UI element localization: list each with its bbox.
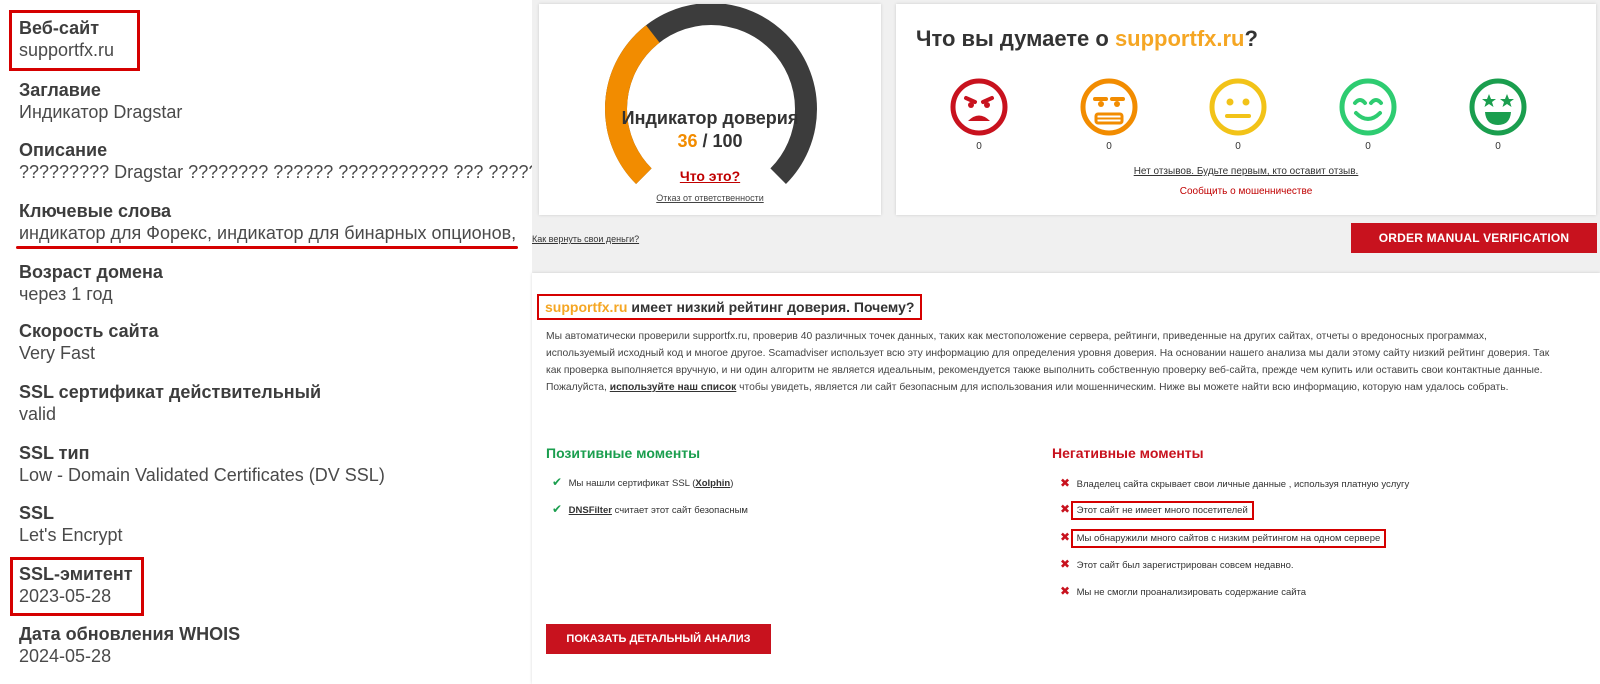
opinion-title-prefix: Что вы думаете о <box>916 26 1115 51</box>
opinion-title-suffix: ? <box>1244 26 1258 51</box>
negative-point: ✖ Мы обнаружили много сайтов с низким ре… <box>1060 529 1387 548</box>
info-label: Скорость сайта <box>19 321 159 341</box>
info-label: SSL <box>19 503 55 523</box>
analysis-text: Мы автоматически проверили supportfx.ru,… <box>546 328 1551 396</box>
rating-count: 0 <box>976 141 982 152</box>
point-text-highlighted: Этот сайт не имеет много посетителей <box>1070 501 1254 520</box>
point-text: Мы нашли сертификат SSL ( <box>568 478 696 489</box>
info-ssl-valid: SSL сертификат действительный valid <box>19 381 321 425</box>
xolphin-link[interactable]: Xolphin <box>695 478 730 489</box>
info-value: 2024-05-28 <box>19 646 112 666</box>
highlight-box-website <box>9 10 140 71</box>
report-fraud-link[interactable]: Сообщить о мошенничестве <box>896 186 1596 197</box>
analysis-card: supportfx.ru имеет низкий рейтинг довери… <box>532 273 1600 684</box>
analysis-site: supportfx.ru <box>545 299 628 315</box>
rating-very-bad[interactable]: 0 <box>949 77 1009 152</box>
info-label: SSL тип <box>19 443 90 463</box>
negative-point: ✖ Мы не смогли проанализировать содержан… <box>1060 584 1306 598</box>
check-icon: ✔ <box>552 502 563 516</box>
negative-points-title: Негативные моменты <box>1052 445 1204 461</box>
info-value: Very Fast <box>19 343 96 363</box>
info-value: ????????? Dragstar ???????? ?????? ?????… <box>19 162 532 182</box>
positive-points-title: Позитивные моменты <box>546 445 701 461</box>
check-icon: ✔ <box>552 475 563 489</box>
cross-icon: ✖ <box>1060 584 1071 598</box>
star-eyes-face-icon <box>1469 78 1527 136</box>
trust-score: 36 / 100 <box>539 131 881 152</box>
negative-point: ✖ Владелец сайта скрывает свои личные да… <box>1060 476 1409 490</box>
info-value: индикатор для Форекс, индикатор для бина… <box>19 223 517 243</box>
trust-title: Индикатор доверия <box>621 108 799 128</box>
info-value: Let's Encrypt <box>19 525 123 545</box>
info-label: Заглавие <box>19 80 101 100</box>
neutral-face-icon <box>1209 78 1267 136</box>
info-whois-update: Дата обновления WHOIS 2024-05-28 <box>19 623 240 667</box>
angry-face-icon <box>950 78 1008 136</box>
cross-icon: ✖ <box>1060 557 1071 571</box>
rating-count: 0 <box>1106 141 1112 152</box>
highlight-underline-keywords <box>16 246 518 249</box>
point-text: ) <box>730 478 734 489</box>
point-text: Этот сайт был зарегистрирован совсем нед… <box>1076 560 1294 571</box>
gauge-fill <box>605 25 660 184</box>
point-text: Мы не смогли проанализировать содержание… <box>1076 587 1307 598</box>
info-value: Low - Domain Validated Certificates (DV … <box>19 465 385 485</box>
rating-good[interactable]: 0 <box>1338 77 1398 152</box>
point-text: считает этот сайт безопасным <box>611 505 748 516</box>
order-manual-verification-button[interactable]: ORDER MANUAL VERIFICATION <box>1351 223 1597 253</box>
dnsfilter-link[interactable]: DNSFilter <box>569 505 612 516</box>
highlight-box-ssl-issuer <box>10 557 144 616</box>
rating-count: 0 <box>1235 141 1241 152</box>
negative-point: ✖ Этот сайт не имеет много посетителей <box>1060 501 1254 520</box>
trust-score-value: 36 <box>677 131 698 151</box>
recover-money-link[interactable]: Как вернуть свои деньги? <box>532 234 639 244</box>
opinion-title: Что вы думаете о supportfx.ru? <box>916 26 1258 52</box>
analysis-title: supportfx.ru имеет низкий рейтинг довери… <box>537 294 923 320</box>
rating-count: 0 <box>1495 141 1501 152</box>
info-domain-age: Возраст домена через 1 год <box>19 261 163 305</box>
rating-excellent[interactable]: 0 <box>1468 77 1528 152</box>
info-value: valid <box>19 404 57 424</box>
info-ssl: SSL Let's Encrypt <box>19 502 122 546</box>
point-text-highlighted: Мы обнаружили много сайтов с низким рейт… <box>1070 529 1387 548</box>
info-description: Описание ????????? Dragstar ???????? ???… <box>19 139 532 183</box>
rating-bad[interactable]: 0 <box>1079 77 1139 152</box>
rating-neutral[interactable]: 0 <box>1208 77 1268 152</box>
show-detailed-analysis-button[interactable]: ПОКАЗАТЬ ДЕТАЛЬНЫЙ АНАЛИЗ <box>546 624 771 654</box>
analysis-text-part2: чтобы увидеть, является ли сайт безопасн… <box>736 382 1509 393</box>
trust-score-max: / 100 <box>702 131 743 151</box>
info-label: Возраст домена <box>19 262 163 282</box>
what-is-this-link[interactable]: Что это? <box>539 168 881 184</box>
disclaimer-link[interactable]: Отказ от ответственности <box>539 193 881 203</box>
cross-icon: ✖ <box>1060 476 1071 490</box>
trust-score-card: Индикатор доверия 36 / 100 Что это? Отка… <box>539 4 881 215</box>
point-text: Владелец сайта скрывает свои личные данн… <box>1076 479 1410 490</box>
opinion-card: Что вы думаете о supportfx.ru? 0 0 0 0 0… <box>896 4 1596 215</box>
info-label: Дата обновления WHOIS <box>19 624 241 644</box>
info-site-speed: Скорость сайта Very Fast <box>19 320 159 364</box>
site-info-panel: Веб-сайт supportfx.ru Заглавие Индикатор… <box>0 0 532 684</box>
positive-point: ✔ Мы нашли сертификат SSL (Xolphin) <box>552 475 733 489</box>
negative-point: ✖ Этот сайт был зарегистрирован совсем н… <box>1060 557 1294 571</box>
rating-count: 0 <box>1365 141 1371 152</box>
use-our-list-link[interactable]: используйте наш список <box>610 382 737 393</box>
info-ssl-type: SSL тип Low - Domain Validated Certifica… <box>19 442 385 486</box>
info-label: Описание <box>19 140 108 160</box>
no-reviews-link[interactable]: Нет отзывов. Будьте первым, кто оставит … <box>896 166 1596 177</box>
smiling-face-icon <box>1339 78 1397 136</box>
info-title: Заглавие Индикатор Dragstar <box>19 79 182 123</box>
analysis-title-rest: имеет низкий рейтинг доверия. Почему? <box>627 299 915 315</box>
opinion-site: supportfx.ru <box>1114 26 1245 51</box>
scamadviser-report: Индикатор доверия 36 / 100 Что это? Отка… <box>532 0 1600 684</box>
info-value: Индикатор Dragstar <box>19 102 183 122</box>
info-label: SSL сертификат действительный <box>19 382 322 402</box>
info-label: Ключевые слова <box>19 201 172 221</box>
annoyed-face-icon <box>1080 78 1138 136</box>
positive-point: ✔ DNSFilter считает этот сайт безопасным <box>552 502 748 516</box>
info-value: через 1 год <box>19 284 113 304</box>
info-keywords: Ключевые слова индикатор для Форекс, инд… <box>19 200 516 244</box>
